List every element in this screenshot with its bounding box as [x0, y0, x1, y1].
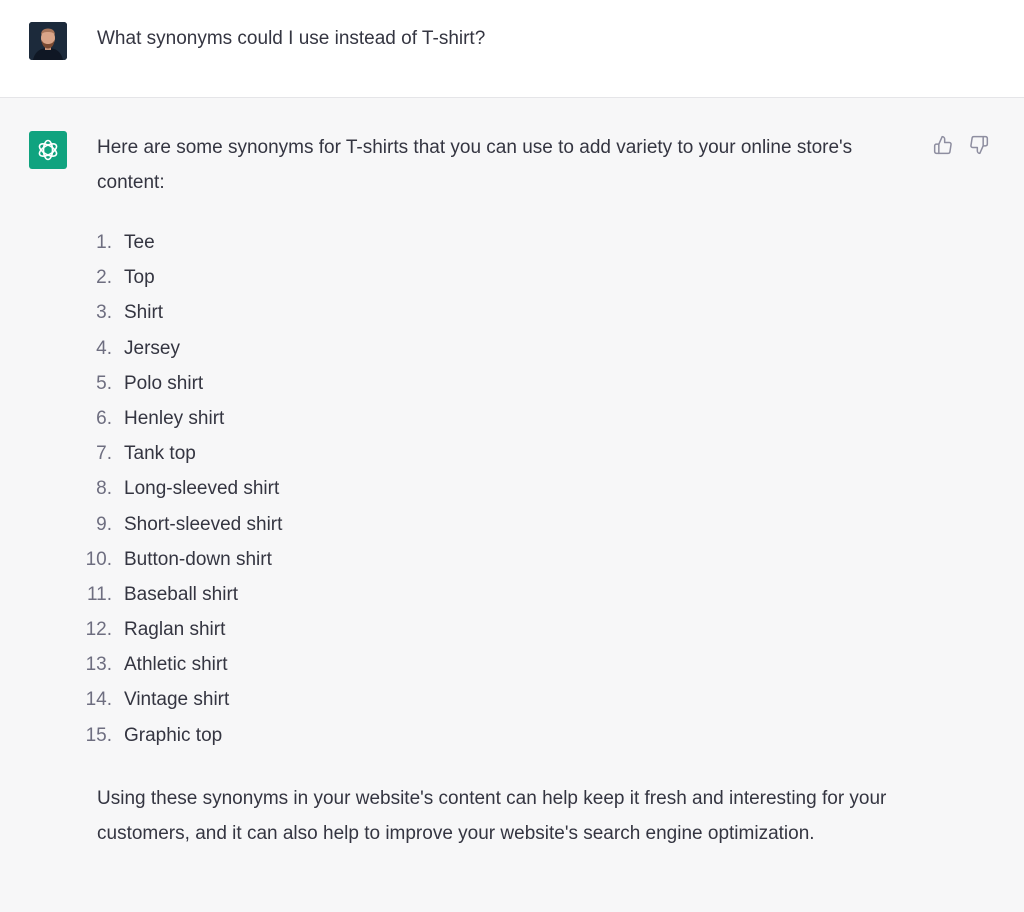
thumbs-down-glyph	[970, 135, 989, 155]
list-item-number: 7.	[96, 443, 112, 465]
thumbs-up-icon[interactable]	[932, 134, 954, 156]
user-message: What synonyms could I use instead of T-s…	[97, 28, 486, 49]
assistant-intro: Here are some synonyms for T-shirts that…	[97, 137, 853, 193]
list-item-number: 6.	[96, 407, 112, 429]
list-item-number: 11.	[86, 583, 112, 605]
list-item-text: Raglan shirt	[124, 619, 226, 641]
assistant-message-row: Here are some synonyms for T-shirts that…	[0, 98, 1024, 912]
list-item-number: 1.	[96, 232, 112, 253]
list-item-text: Graphic top	[124, 724, 223, 746]
list-item: 14. Vintage shirt	[0, 682, 600, 717]
thumbs-down-icon[interactable]	[968, 134, 990, 156]
list-item: 12. Raglan shirt	[0, 612, 600, 647]
list-item-number: 15.	[85, 724, 112, 746]
list-item-number: 9.	[96, 513, 112, 535]
list-item-number: 14.	[85, 689, 112, 711]
list-item-text: Top	[124, 267, 155, 289]
list-item-number: 3.	[96, 302, 112, 324]
list-item-text: Athletic shirt	[124, 654, 228, 676]
list-item-text: Tank top	[124, 443, 196, 465]
list-item-number: 8.	[96, 478, 112, 500]
list-item: 11. Baseball shirt	[0, 577, 600, 612]
list-item-number: 10.	[85, 548, 112, 570]
list-item: 10. Button-down shirt	[0, 542, 600, 577]
list-item-text: Short-sleeved shirt	[124, 513, 283, 535]
list-item: 3. Shirt	[0, 295, 600, 330]
list-item-text: Button-down shirt	[124, 548, 272, 570]
list-item-text: Long-sleeved shirt	[124, 478, 280, 500]
list-item-number: 2.	[96, 267, 112, 289]
synonym-list: 1. Tee 2. Top 3. Shirt 4. Jersey 5. Polo shir…	[0, 225, 600, 753]
list-item: 6. Henley shirt	[0, 401, 600, 436]
thumbs-up-glyph	[933, 135, 952, 155]
list-item-text: Vintage shirt	[124, 689, 230, 711]
user-avatar-image	[29, 22, 67, 60]
list-item-text: Baseball shirt	[124, 583, 239, 605]
list-item-text: Tee	[124, 232, 155, 253]
list-item: 15. Graphic top	[0, 718, 600, 753]
list-item: 4. Jersey	[0, 331, 600, 366]
list-item: 5. Polo shirt	[0, 366, 600, 401]
list-item-text: Henley shirt	[124, 407, 225, 429]
list-item-number: 5.	[96, 372, 112, 394]
assistant-outro: Using these synonyms in your website's c…	[97, 788, 887, 844]
list-item: 7. Tank top	[0, 436, 600, 471]
list-item-number: 4.	[96, 337, 112, 359]
list-item: 8. Long-sleeved shirt	[0, 471, 600, 506]
openai-logo-icon	[29, 131, 67, 169]
list-item-text: Polo shirt	[124, 372, 204, 394]
avatar	[29, 22, 67, 60]
list-item: 1. Tee	[0, 225, 600, 260]
user-message-row: What synonyms could I use instead of T-s…	[0, 0, 1024, 98]
list-item-number: 13.	[85, 654, 112, 676]
list-item: 13. Athletic shirt	[0, 647, 600, 682]
openai-logo-glyph	[38, 139, 58, 161]
list-item-text: Shirt	[124, 302, 164, 324]
list-item-number: 12.	[85, 619, 112, 641]
list-item-text: Jersey	[124, 337, 180, 359]
list-item: 2. Top	[0, 260, 600, 295]
list-item: 9. Short-sleeved shirt	[0, 507, 600, 542]
